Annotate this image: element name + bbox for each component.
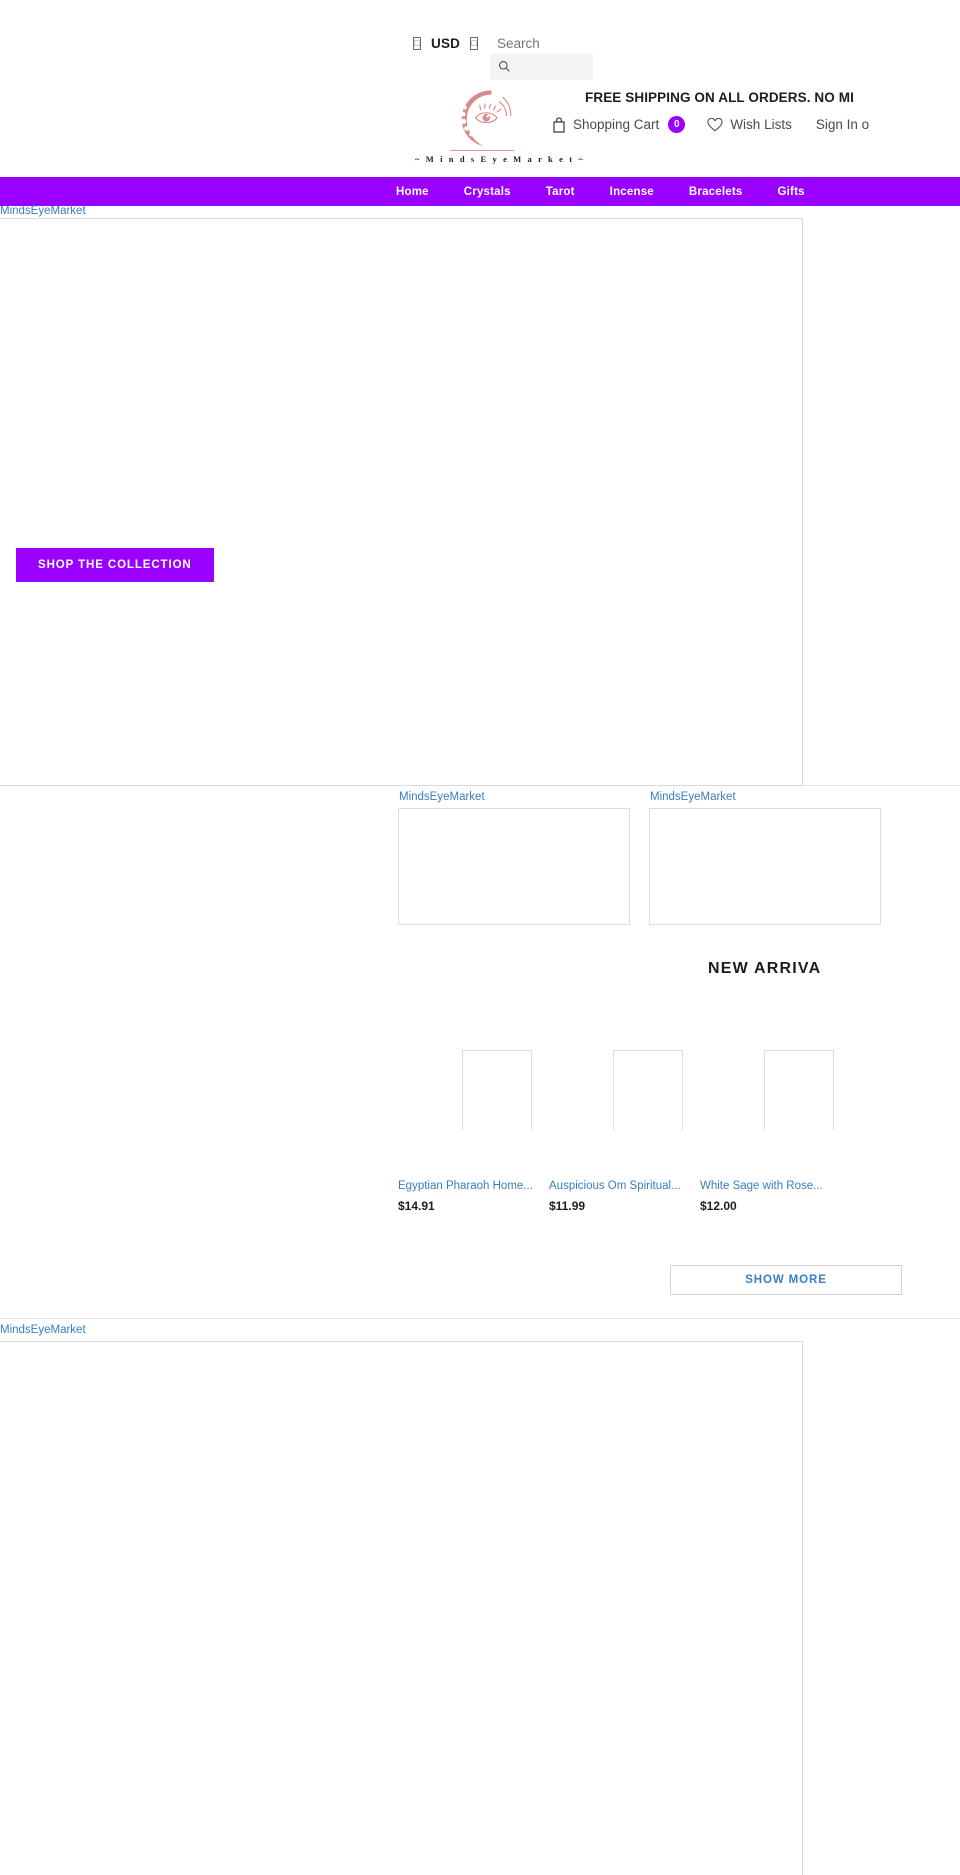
promo-tile-alt-text: MindsEyeMarket (650, 791, 736, 803)
nav-item-home[interactable]: Home (396, 186, 429, 198)
search-input-wrapper[interactable] (490, 54, 593, 80)
product-card[interactable]: Auspicious Om Spiritual... $11.99 (549, 1050, 695, 1213)
shopping-cart-link[interactable]: Shopping Cart 0 (552, 116, 686, 133)
missing-glyph-icon-left: □ (413, 37, 421, 50)
show-more-button[interactable]: SHOW MORE (670, 1265, 902, 1295)
logo-wordmark: ~ M i n d s E y e M a r k e t ~ (415, 154, 585, 164)
new-arrivals-heading: NEW ARRIVA (708, 960, 822, 977)
product-card[interactable]: Egyptian Pharaoh Home... $14.91 (398, 1050, 544, 1213)
cart-count-badge: 0 (668, 116, 686, 133)
bottom-banner: MindsEyeMarket (0, 1318, 960, 1875)
new-arrivals-product-grid: Egyptian Pharaoh Home... $14.91 Auspicio… (0, 1050, 960, 1225)
chevron-down-icon: □ (470, 37, 479, 50)
product-title[interactable]: White Sage with Rose... (700, 1180, 846, 1192)
product-price: $12.00 (700, 1199, 737, 1213)
bottom-banner-alt-text: MindsEyeMarket (0, 1324, 86, 1336)
nav-item-incense[interactable]: Incense (610, 186, 654, 198)
hero-image-alt-text: MindsEyeMarket (0, 205, 86, 217)
promo-tile-alt-text: MindsEyeMarket (399, 791, 485, 803)
product-card[interactable]: White Sage with Rose... $12.00 (700, 1050, 846, 1213)
nav-item-tarot[interactable]: Tarot (546, 186, 575, 198)
product-price: $14.91 (398, 1199, 435, 1213)
nav-item-crystals[interactable]: Crystals (464, 186, 511, 198)
wishlist-link[interactable]: Wish Lists (707, 117, 792, 132)
moon-eye-logo-icon (461, 90, 512, 146)
product-title[interactable]: Egyptian Pharaoh Home... (398, 1180, 544, 1192)
storefront-page: □ USD □ Search ~ M i n d s E y e M a r k… (0, 0, 960, 1875)
heart-icon (707, 117, 723, 131)
site-logo[interactable]: ~ M i n d s E y e M a r k e t ~ (415, 86, 583, 164)
cart-bag-icon (553, 116, 565, 133)
product-broken-image (764, 1050, 834, 1130)
logo-divider (450, 150, 514, 151)
shop-the-collection-button[interactable]: SHOP THE COLLECTION (16, 548, 214, 582)
bottom-banner-broken-image-frame (0, 1341, 803, 1875)
product-price: $11.99 (549, 1199, 586, 1213)
product-broken-image (462, 1050, 532, 1130)
free-shipping-banner: FREE SHIPPING ON ALL ORDERS. NO MI (585, 90, 854, 105)
promo-tile[interactable]: MindsEyeMarket (649, 791, 881, 925)
promo-tile[interactable]: MindsEyeMarket (398, 791, 630, 925)
nav-item-gifts[interactable]: Gifts (778, 186, 805, 198)
wishlist-label: Wish Lists (730, 117, 792, 132)
search-icon (499, 61, 510, 72)
hero-broken-image-frame (0, 218, 803, 786)
currency-code-label: USD (431, 36, 461, 51)
product-broken-image (613, 1050, 683, 1130)
header-account-links: Shopping Cart 0 Wish Lists Sign In o (552, 116, 869, 133)
top-utility-bar: □ USD □ Search (0, 0, 960, 88)
sign-in-link[interactable]: Sign In o (816, 117, 869, 132)
cart-label: Shopping Cart (573, 117, 660, 132)
hero-banner: MindsEyeMarket SHOP THE COLLECTION (0, 205, 960, 786)
main-navigation: Home Crystals Tarot Incense Bracelets Gi… (0, 177, 960, 206)
search-label: Search (497, 36, 540, 51)
currency-selector[interactable]: □ USD □ (413, 36, 479, 51)
promo-tiles-row: MindsEyeMarket MindsEyeMarket (0, 787, 960, 937)
product-title[interactable]: Auspicious Om Spiritual... (549, 1180, 695, 1192)
nav-item-bracelets[interactable]: Bracelets (689, 186, 743, 198)
